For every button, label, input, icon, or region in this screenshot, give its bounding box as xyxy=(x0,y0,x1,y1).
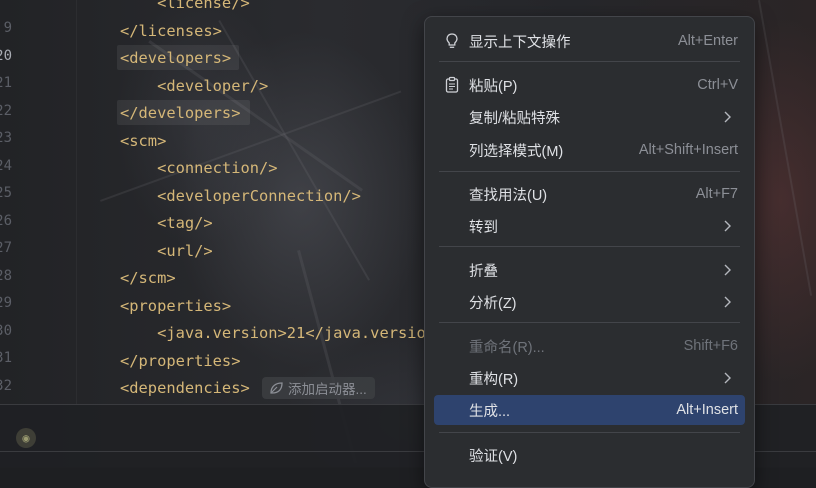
menu-item-show-context-actions[interactable]: 显示上下文操作 Alt+Enter xyxy=(434,26,745,56)
menu-item-label: 查找用法(U) xyxy=(469,187,548,204)
code-line[interactable]: </developers> xyxy=(120,101,240,125)
code-line[interactable]: <scm> xyxy=(120,129,166,153)
menu-item-label: 生成... xyxy=(469,403,511,420)
menu-item-shortcut: Alt+F7 xyxy=(695,186,738,202)
line-number: 30 xyxy=(0,323,12,339)
chevron-right-icon xyxy=(724,264,731,276)
menu-item-refactor[interactable]: 重构(R) xyxy=(434,363,745,393)
code-line[interactable]: </licenses> xyxy=(120,19,222,43)
line-number: 21 xyxy=(0,75,12,91)
chevron-right-icon xyxy=(724,372,731,384)
line-number: 22 xyxy=(0,103,12,119)
menu-item-analyze[interactable]: 分析(Z) xyxy=(434,287,745,317)
menu-item-label: 重构(R) xyxy=(469,371,519,388)
line-number: 9 xyxy=(3,20,12,36)
code-line[interactable]: <developer/> xyxy=(120,74,268,98)
menu-item-shortcut: Alt+Shift+Insert xyxy=(638,142,738,158)
menu-item-shortcut: Alt+Insert xyxy=(676,402,738,418)
code-line[interactable]: <java.version>21</java.version> xyxy=(120,321,444,345)
menu-item-label: 粘贴(P) xyxy=(469,78,518,95)
chevron-right-icon xyxy=(724,220,731,232)
menu-item-label: 列选择模式(M) xyxy=(469,143,564,160)
code-line[interactable]: <url/> xyxy=(120,239,213,263)
menu-separator xyxy=(439,171,740,172)
line-number: 29 xyxy=(0,295,12,311)
menu-item-copy-paste-special[interactable]: 复制/粘贴特殊 xyxy=(434,102,745,132)
line-number-active: 20 xyxy=(0,48,12,64)
code-line[interactable]: <connection/> xyxy=(120,156,277,180)
code-line[interactable]: <license/> xyxy=(120,0,250,15)
menu-item-folding[interactable]: 折叠 xyxy=(434,255,745,285)
menu-item-shortcut: Shift+F6 xyxy=(683,338,738,354)
add-starter-hint[interactable]: 添加启动器... xyxy=(262,377,375,399)
menu-item-validate[interactable]: 验证(V) xyxy=(434,440,745,470)
code-line[interactable]: <dependencies> xyxy=(120,376,250,400)
code-line[interactable]: </properties> xyxy=(120,349,240,373)
line-number: 28 xyxy=(0,268,12,284)
chevron-right-icon xyxy=(724,111,731,123)
menu-item-label: 显示上下文操作 xyxy=(469,34,571,51)
code-line[interactable]: <developerConnection/> xyxy=(120,184,361,208)
menu-item-label: 折叠 xyxy=(469,263,498,280)
code-line[interactable]: <developers> xyxy=(120,46,231,70)
gutter-separator xyxy=(76,0,77,404)
line-number: 25 xyxy=(0,185,12,201)
code-line[interactable]: </scm> xyxy=(120,266,176,290)
menu-item-label: 分析(Z) xyxy=(469,295,517,312)
menu-separator xyxy=(439,432,740,433)
inline-hint-label: 添加启动器... xyxy=(288,382,367,397)
line-number: 23 xyxy=(0,130,12,146)
chevron-right-icon xyxy=(724,296,731,308)
leaf-icon xyxy=(270,382,283,394)
menu-item-goto[interactable]: 转到 xyxy=(434,211,745,241)
context-menu: 显示上下文操作 Alt+Enter 粘贴(P) Ctrl+V 复制/粘贴特殊 列… xyxy=(424,16,755,488)
menu-separator xyxy=(439,61,740,62)
menu-item-label: 重命名(R)... xyxy=(469,339,545,356)
line-number: 32 xyxy=(0,378,12,394)
menu-item-column-selection-mode[interactable]: 列选择模式(M) Alt+Shift+Insert xyxy=(434,135,745,165)
menu-item-generate[interactable]: 生成... Alt+Insert xyxy=(434,395,745,425)
clipboard-icon xyxy=(445,76,459,93)
line-number: 24 xyxy=(0,158,12,174)
menu-item-rename[interactable]: 重命名(R)... Shift+F6 xyxy=(434,331,745,361)
menu-item-label: 验证(V) xyxy=(469,448,518,465)
status-icon[interactable]: ◉ xyxy=(16,428,36,448)
menu-separator xyxy=(439,322,740,323)
menu-item-paste[interactable]: 粘贴(P) Ctrl+V xyxy=(434,70,745,100)
line-number: 27 xyxy=(0,240,12,256)
lightbulb-icon xyxy=(446,33,458,48)
code-line[interactable]: <tag/> xyxy=(120,211,213,235)
code-line[interactable]: <properties> xyxy=(120,294,231,318)
menu-item-shortcut: Alt+Enter xyxy=(677,33,738,49)
line-number: 31 xyxy=(0,350,12,366)
line-number: 26 xyxy=(0,213,12,229)
menu-item-shortcut: Ctrl+V xyxy=(697,77,738,93)
menu-item-find-usages[interactable]: 查找用法(U) Alt+F7 xyxy=(434,179,745,209)
menu-item-label: 复制/粘贴特殊 xyxy=(469,110,561,127)
menu-separator xyxy=(439,246,740,247)
menu-item-label: 转到 xyxy=(469,219,498,236)
